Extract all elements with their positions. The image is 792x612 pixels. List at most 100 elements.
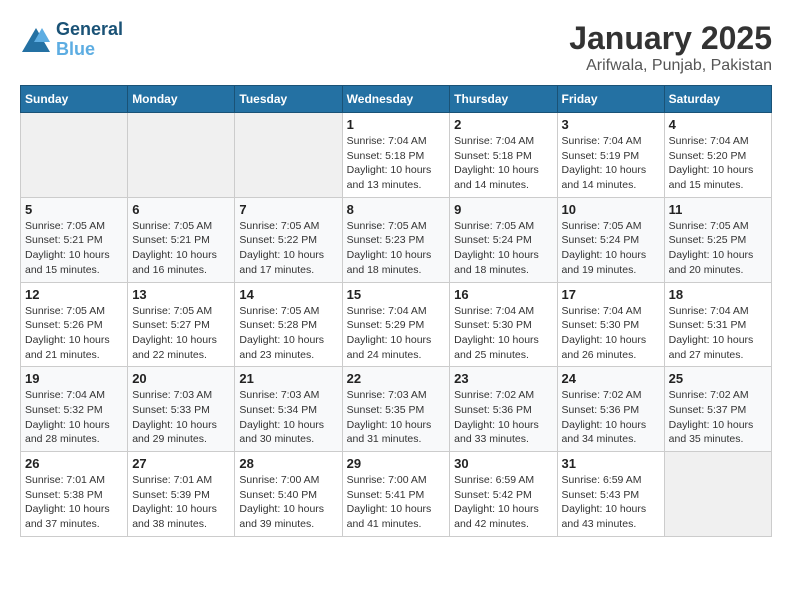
calendar-cell — [128, 113, 235, 198]
day-number: 4 — [669, 117, 767, 132]
calendar-cell: 17 Sunrise: 7:04 AM Sunset: 5:30 PM Dayli… — [557, 282, 664, 367]
logo-text: General Blue — [56, 20, 123, 60]
day-number: 28 — [239, 456, 337, 471]
day-number: 18 — [669, 287, 767, 302]
day-detail: Sunrise: 7:01 AM Sunset: 5:38 PM Dayligh… — [25, 473, 123, 532]
calendar-cell: 11 Sunrise: 7:05 AM Sunset: 5:25 PM Dayli… — [664, 197, 771, 282]
calendar-cell: 31 Sunrise: 6:59 AM Sunset: 5:43 PM Dayli… — [557, 452, 664, 537]
calendar-header: SundayMondayTuesdayWednesdayThursdayFrid… — [21, 86, 772, 113]
calendar-cell: 6 Sunrise: 7:05 AM Sunset: 5:21 PM Daylig… — [128, 197, 235, 282]
day-number: 31 — [562, 456, 660, 471]
day-number: 30 — [454, 456, 552, 471]
calendar-cell: 7 Sunrise: 7:05 AM Sunset: 5:22 PM Daylig… — [235, 197, 342, 282]
calendar-cell: 20 Sunrise: 7:03 AM Sunset: 5:33 PM Dayli… — [128, 367, 235, 452]
day-detail: Sunrise: 7:04 AM Sunset: 5:31 PM Dayligh… — [669, 304, 767, 363]
header-cell-saturday: Saturday — [664, 86, 771, 113]
calendar-cell — [235, 113, 342, 198]
day-number: 1 — [347, 117, 446, 132]
calendar-cell: 24 Sunrise: 7:02 AM Sunset: 5:36 PM Dayli… — [557, 367, 664, 452]
calendar-week-3: 19 Sunrise: 7:04 AM Sunset: 5:32 PM Dayli… — [21, 367, 772, 452]
day-detail: Sunrise: 7:04 AM Sunset: 5:30 PM Dayligh… — [454, 304, 552, 363]
calendar-cell: 25Sunrise: 7:02 AM Sunset: 5:37 PM Dayli… — [664, 367, 771, 452]
day-detail: Sunrise: 7:05 AM Sunset: 5:27 PM Dayligh… — [132, 304, 230, 363]
calendar-cell: 1 Sunrise: 7:04 AM Sunset: 5:18 PM Daylig… — [342, 113, 450, 198]
day-detail: Sunrise: 7:03 AM Sunset: 5:33 PM Dayligh… — [132, 388, 230, 447]
page-title: January 2025 — [569, 20, 772, 57]
calendar-cell: 12 Sunrise: 7:05 AM Sunset: 5:26 PM Dayli… — [21, 282, 128, 367]
day-detail: Sunrise: 6:59 AM Sunset: 5:43 PM Dayligh… — [562, 473, 660, 532]
header-cell-thursday: Thursday — [450, 86, 557, 113]
day-detail: Sunrise: 7:05 AM Sunset: 5:25 PM Dayligh… — [669, 219, 767, 278]
day-number: 8 — [347, 202, 446, 217]
day-number: 24 — [562, 371, 660, 386]
day-detail: Sunrise: 7:05 AM Sunset: 5:22 PM Dayligh… — [239, 219, 337, 278]
day-detail: Sunrise: 7:04 AM Sunset: 5:29 PM Dayligh… — [347, 304, 446, 363]
calendar-cell — [664, 452, 771, 537]
calendar-cell: 9 Sunrise: 7:05 AM Sunset: 5:24 PM Daylig… — [450, 197, 557, 282]
day-number: 19 — [25, 371, 123, 386]
calendar-cell: 3Sunrise: 7:04 AM Sunset: 5:19 PM Daylig… — [557, 113, 664, 198]
day-number: 12 — [25, 287, 123, 302]
calendar-week-0: 1 Sunrise: 7:04 AM Sunset: 5:18 PM Daylig… — [21, 113, 772, 198]
day-detail: Sunrise: 7:03 AM Sunset: 5:35 PM Dayligh… — [347, 388, 446, 447]
day-number: 20 — [132, 371, 230, 386]
day-number: 6 — [132, 202, 230, 217]
day-detail: Sunrise: 7:04 AM Sunset: 5:18 PM Dayligh… — [347, 134, 446, 193]
day-number: 16 — [454, 287, 552, 302]
calendar-week-4: 26Sunrise: 7:01 AM Sunset: 5:38 PM Dayli… — [21, 452, 772, 537]
day-detail: Sunrise: 7:05 AM Sunset: 5:26 PM Dayligh… — [25, 304, 123, 363]
calendar-week-1: 5Sunrise: 7:05 AM Sunset: 5:21 PM Daylig… — [21, 197, 772, 282]
page-header: General Blue January 2025 Arifwala, Punj… — [20, 20, 772, 75]
header-cell-friday: Friday — [557, 86, 664, 113]
calendar-cell: 4 Sunrise: 7:04 AM Sunset: 5:20 PM Daylig… — [664, 113, 771, 198]
logo: General Blue — [20, 20, 123, 60]
day-number: 15 — [347, 287, 446, 302]
day-detail: Sunrise: 7:04 AM Sunset: 5:32 PM Dayligh… — [25, 388, 123, 447]
calendar-cell: 8 Sunrise: 7:05 AM Sunset: 5:23 PM Daylig… — [342, 197, 450, 282]
day-detail: Sunrise: 7:03 AM Sunset: 5:34 PM Dayligh… — [239, 388, 337, 447]
day-detail: Sunrise: 7:01 AM Sunset: 5:39 PM Dayligh… — [132, 473, 230, 532]
day-number: 9 — [454, 202, 552, 217]
day-number: 10 — [562, 202, 660, 217]
day-detail: Sunrise: 6:59 AM Sunset: 5:42 PM Dayligh… — [454, 473, 552, 532]
calendar-cell: 13 Sunrise: 7:05 AM Sunset: 5:27 PM Dayli… — [128, 282, 235, 367]
calendar-cell: 15 Sunrise: 7:04 AM Sunset: 5:29 PM Dayli… — [342, 282, 450, 367]
day-detail: Sunrise: 7:02 AM Sunset: 5:36 PM Dayligh… — [562, 388, 660, 447]
calendar-cell: 21 Sunrise: 7:03 AM Sunset: 5:34 PM Dayli… — [235, 367, 342, 452]
calendar-cell: 2Sunrise: 7:04 AM Sunset: 5:18 PM Daylig… — [450, 113, 557, 198]
day-number: 27 — [132, 456, 230, 471]
page-subtitle: Arifwala, Punjab, Pakistan — [569, 57, 772, 75]
title-section: January 2025 Arifwala, Punjab, Pakistan — [569, 20, 772, 75]
calendar-cell: 29Sunrise: 7:00 AM Sunset: 5:41 PM Dayli… — [342, 452, 450, 537]
day-number: 11 — [669, 202, 767, 217]
day-detail: Sunrise: 7:05 AM Sunset: 5:23 PM Dayligh… — [347, 219, 446, 278]
calendar-cell: 18 Sunrise: 7:04 AM Sunset: 5:31 PM Dayli… — [664, 282, 771, 367]
calendar-cell: 10 Sunrise: 7:05 AM Sunset: 5:24 PM Dayli… — [557, 197, 664, 282]
day-number: 23 — [454, 371, 552, 386]
calendar-cell: 22 Sunrise: 7:03 AM Sunset: 5:35 PM Dayli… — [342, 367, 450, 452]
day-number: 17 — [562, 287, 660, 302]
day-detail: Sunrise: 7:04 AM Sunset: 5:19 PM Dayligh… — [562, 134, 660, 193]
calendar-cell: 26Sunrise: 7:01 AM Sunset: 5:38 PM Dayli… — [21, 452, 128, 537]
calendar-cell: 28Sunrise: 7:00 AM Sunset: 5:40 PM Dayli… — [235, 452, 342, 537]
calendar-body: 1 Sunrise: 7:04 AM Sunset: 5:18 PM Daylig… — [21, 113, 772, 537]
day-number: 13 — [132, 287, 230, 302]
day-detail: Sunrise: 7:05 AM Sunset: 5:21 PM Dayligh… — [132, 219, 230, 278]
day-number: 2 — [454, 117, 552, 132]
header-cell-sunday: Sunday — [21, 86, 128, 113]
day-number: 21 — [239, 371, 337, 386]
day-number: 7 — [239, 202, 337, 217]
day-detail: Sunrise: 7:04 AM Sunset: 5:30 PM Dayligh… — [562, 304, 660, 363]
calendar-cell: 19 Sunrise: 7:04 AM Sunset: 5:32 PM Dayli… — [21, 367, 128, 452]
day-number: 14 — [239, 287, 337, 302]
header-cell-monday: Monday — [128, 86, 235, 113]
calendar-cell: 14Sunrise: 7:05 AM Sunset: 5:28 PM Dayli… — [235, 282, 342, 367]
calendar-cell: 16 Sunrise: 7:04 AM Sunset: 5:30 PM Dayli… — [450, 282, 557, 367]
header-cell-wednesday: Wednesday — [342, 86, 450, 113]
day-detail: Sunrise: 7:05 AM Sunset: 5:24 PM Dayligh… — [562, 219, 660, 278]
day-detail: Sunrise: 7:05 AM Sunset: 5:24 PM Dayligh… — [454, 219, 552, 278]
day-number: 22 — [347, 371, 446, 386]
day-detail: Sunrise: 7:04 AM Sunset: 5:20 PM Dayligh… — [669, 134, 767, 193]
calendar-cell: 23Sunrise: 7:02 AM Sunset: 5:36 PM Dayli… — [450, 367, 557, 452]
calendar-cell: 27 Sunrise: 7:01 AM Sunset: 5:39 PM Dayli… — [128, 452, 235, 537]
